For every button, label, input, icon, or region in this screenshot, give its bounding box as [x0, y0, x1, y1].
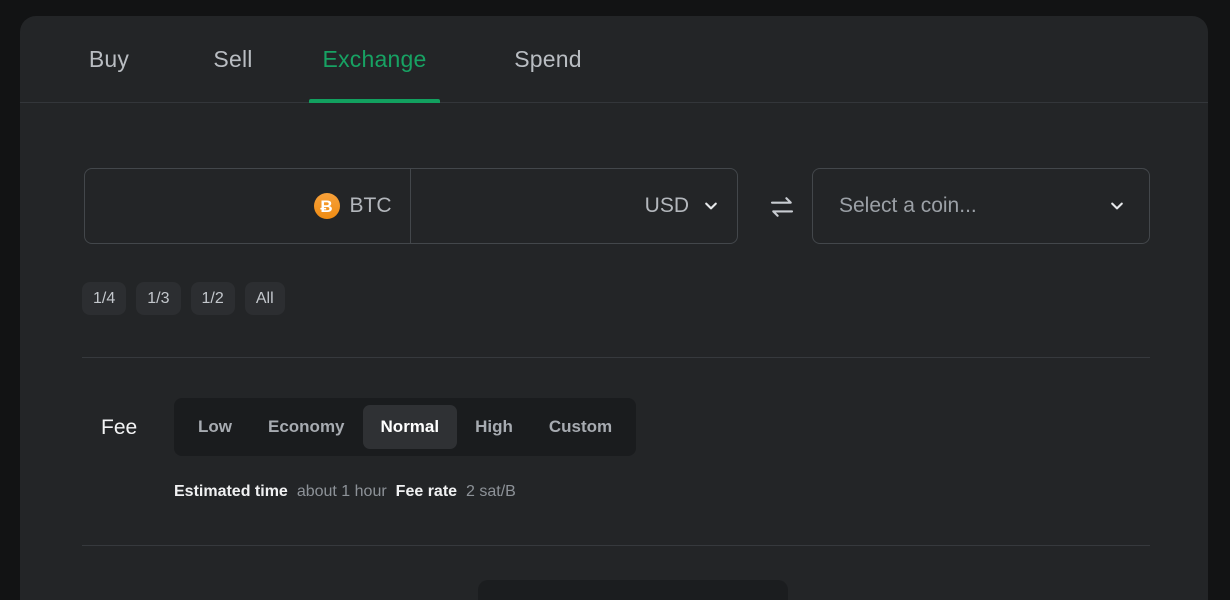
tab-bar: Buy Sell Exchange Spend: [20, 16, 1208, 103]
tab-spend-label: Spend: [514, 46, 582, 72]
divider-above-fee: [82, 357, 1150, 358]
exchange-card: Buy Sell Exchange Spend Ƀ BTC USD Select…: [20, 16, 1208, 600]
bitcoin-glyph: Ƀ: [320, 196, 333, 216]
exchange-form: Ƀ BTC USD Select a coin... 1/4 1/3 1/2 A…: [20, 103, 1208, 600]
divider-below-fee: [82, 545, 1150, 546]
fee-option-high-label: High: [475, 417, 513, 436]
fiat-currency-label: USD: [644, 194, 689, 217]
fee-option-economy-label: Economy: [268, 417, 345, 436]
tab-sell[interactable]: Sell: [188, 16, 278, 103]
coin-select-dropdown[interactable]: Select a coin...: [812, 168, 1150, 244]
chevron-down-icon[interactable]: [703, 198, 719, 214]
app-root: Buy Sell Exchange Spend Ƀ BTC USD Select…: [0, 0, 1230, 600]
fee-segmented-control: Low Economy Normal High Custom: [174, 398, 637, 456]
chip-all-label: All: [255, 289, 274, 307]
fee-option-high[interactable]: High: [457, 405, 531, 449]
fee-option-custom[interactable]: Custom: [531, 405, 630, 449]
fee-label: Fee: [101, 416, 138, 439]
crypto-amount-input[interactable]: Ƀ BTC: [85, 169, 411, 243]
coin-select-placeholder: Select a coin...: [839, 194, 977, 217]
tab-buy-label: Buy: [88, 46, 130, 72]
tab-buy[interactable]: Buy: [64, 16, 154, 103]
chip-all[interactable]: All: [244, 282, 285, 315]
estimated-time-label: Estimated time: [174, 483, 288, 500]
tab-exchange-label: Exchange: [322, 46, 427, 72]
submit-button[interactable]: [478, 580, 788, 600]
fee-option-low[interactable]: Low: [180, 405, 250, 449]
tab-exchange[interactable]: Exchange: [309, 16, 440, 103]
fee-option-custom-label: Custom: [548, 417, 613, 436]
crypto-unit-label: BTC: [349, 194, 392, 217]
amount-input-group: Ƀ BTC USD: [84, 168, 738, 244]
bitcoin-icon: Ƀ: [313, 193, 340, 219]
fee-details: Estimated time about 1 hour Fee rate 2 s…: [174, 483, 516, 501]
chip-third[interactable]: 1/3: [136, 282, 181, 315]
tab-sell-label: Sell: [213, 46, 253, 72]
estimated-time-value: about 1 hour: [296, 483, 387, 500]
swap-arrows-icon[interactable]: [767, 192, 797, 222]
fee-option-normal-label: Normal: [380, 417, 440, 436]
fee-rate-label: Fee rate: [395, 483, 458, 500]
chip-half-label: 1/2: [201, 289, 224, 307]
chevron-down-icon[interactable]: [1109, 198, 1125, 214]
amount-fraction-chips: 1/4 1/3 1/2 All: [82, 282, 285, 315]
tab-spend[interactable]: Spend: [493, 16, 603, 103]
chip-third-label: 1/3: [147, 289, 170, 307]
fee-option-economy[interactable]: Economy: [250, 405, 363, 449]
fee-option-normal[interactable]: Normal: [362, 405, 458, 449]
chip-half[interactable]: 1/2: [190, 282, 235, 315]
fee-row: Fee Low Economy Normal High Custom: [82, 398, 1150, 456]
fiat-amount-input[interactable]: USD: [411, 169, 738, 243]
fee-rate-value: 2 sat/B: [466, 483, 516, 500]
swap-row: Ƀ BTC USD Select a coin...: [84, 168, 1150, 244]
chip-quarter[interactable]: 1/4: [82, 282, 127, 315]
chip-quarter-label: 1/4: [93, 289, 116, 307]
fee-option-low-label: Low: [198, 417, 232, 436]
